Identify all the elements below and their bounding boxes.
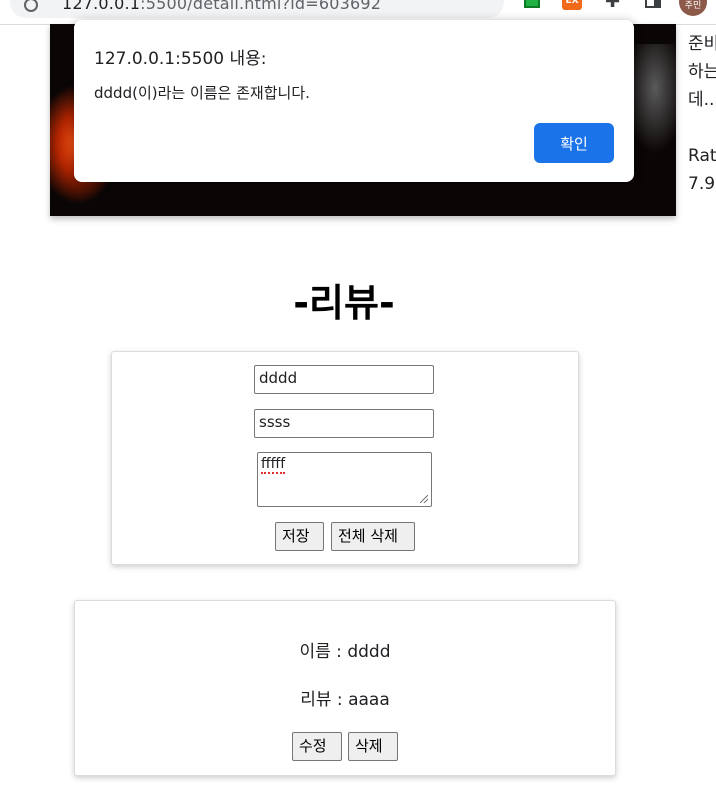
site-info-icon[interactable]	[24, 0, 38, 12]
review-item: 이름 : dddd 리뷰 : aaaa 수정 삭제	[74, 600, 616, 776]
review-content: 리뷰 : aaaa	[300, 690, 390, 710]
edit-review-button[interactable]: 수정	[292, 732, 342, 761]
overview-line: 데..	[688, 90, 715, 110]
reviewer-name-input[interactable]: dddd	[254, 365, 434, 394]
address-bar[interactable]: 127.0.0.1:5500/detail.html?id=603692 ☆	[10, 0, 504, 18]
alert-title: 127.0.0.1:5500 내용:	[94, 49, 267, 69]
extension-green-icon[interactable]	[524, 0, 540, 8]
movie-overview: 준비 하는 데..	[688, 30, 716, 114]
extension-ex-icon[interactable]: EX	[562, 0, 582, 10]
resize-grip-icon[interactable]	[420, 495, 428, 503]
delete-all-button[interactable]: 전체 삭제	[331, 522, 415, 551]
review-author: 이름 : dddd	[299, 642, 391, 662]
url-path: :5500/detail.html?id=603692	[140, 0, 382, 13]
extensions-puzzle-icon[interactable]: ✚	[605, 0, 620, 12]
review-text-value: fffff	[261, 456, 286, 474]
profile-avatar[interactable]: 주민	[679, 0, 707, 16]
review-password-input[interactable]: ssss	[254, 409, 434, 438]
alert-dialog: 127.0.0.1:5500 내용: dddd(이)라는 이름은 존재합니다. …	[74, 20, 634, 182]
rating-label: Rat	[688, 146, 716, 166]
review-text-area[interactable]: fffff	[257, 452, 432, 507]
delete-review-button[interactable]: 삭제	[348, 732, 398, 761]
url-host: 127.0.0.1	[62, 0, 141, 13]
alert-ok-button[interactable]: 확인	[534, 123, 614, 163]
save-button[interactable]: 저장	[275, 522, 324, 551]
review-heading: -리뷰-	[293, 281, 395, 325]
rating-value: 7.9	[688, 174, 716, 194]
overview-line: 하는	[688, 62, 716, 82]
overview-line: 준비	[688, 34, 716, 54]
alert-message: dddd(이)라는 이름은 존재합니다.	[94, 84, 310, 102]
review-form: dddd ssss fffff 저장 전체 삭제	[111, 351, 579, 565]
side-panel-icon[interactable]	[645, 0, 661, 8]
url-text[interactable]: 127.0.0.1:5500/detail.html?id=603692	[62, 0, 381, 13]
